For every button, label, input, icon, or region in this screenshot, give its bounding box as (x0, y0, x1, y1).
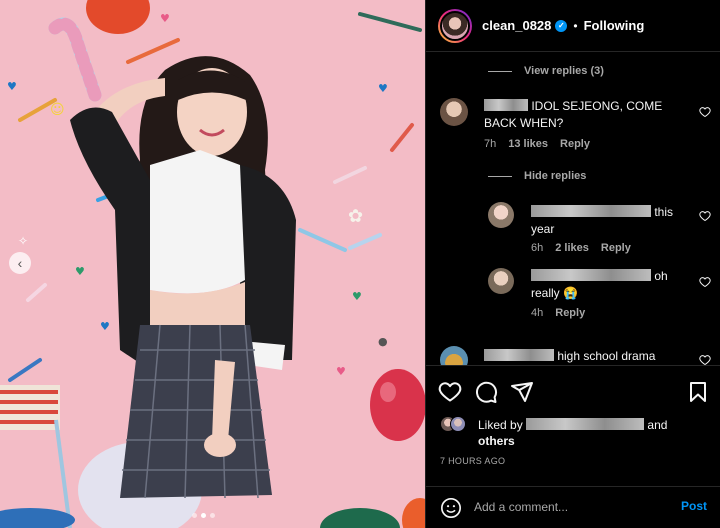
svg-text:♥: ♥ (352, 290, 362, 303)
share-send-icon[interactable] (510, 380, 534, 404)
svg-text:✿: ✿ (348, 206, 363, 227)
post-header: clean_0828 ✓ • Following (426, 0, 720, 52)
carousel-previous-button[interactable]: ‹ (9, 252, 31, 274)
replier-avatar[interactable] (488, 202, 514, 228)
svg-text:♥: ♥ (336, 365, 346, 378)
comment-text: high school drama (484, 348, 694, 365)
post-timestamp[interactable]: 7 HOURS AGO (440, 456, 505, 466)
comment-composer: Post (426, 486, 720, 528)
reply-time: 6h (531, 242, 544, 254)
svg-text:♥: ♥ (75, 265, 85, 278)
redacted-username (484, 99, 528, 111)
comments-list[interactable]: View replies (3) IDOL SEJEONG, COME BACK… (426, 52, 720, 365)
carousel-dot (210, 513, 215, 518)
photo-illustration: ♥ ♥ ♥ ♥ ♥ ♥ ♥ ● ✿ ☺ ✧ (0, 0, 425, 528)
svg-text:✧: ✧ (18, 234, 28, 248)
reply-body-line2: really 😭 (531, 286, 578, 300)
redacted-username[interactable] (526, 418, 645, 430)
post-side-panel: clean_0828 ✓ • Following View replies (3… (425, 0, 720, 528)
commenter-avatar[interactable] (440, 346, 468, 365)
reply-button[interactable]: Reply (601, 242, 631, 254)
liked-by-suffix: and (647, 418, 668, 432)
comment-meta: 7h 13 likes Reply (484, 138, 590, 150)
redacted-username (531, 269, 651, 281)
post-photo[interactable]: ♥ ♥ ♥ ♥ ♥ ♥ ♥ ● ✿ ☺ ✧ ‹ (0, 0, 425, 528)
like-heart-icon[interactable] (438, 380, 462, 404)
add-comment-input[interactable] (474, 495, 664, 519)
liker-avatar (450, 416, 466, 432)
author-username[interactable]: clean_0828 (482, 18, 551, 33)
svg-text:♥: ♥ (100, 320, 110, 333)
chevron-left-icon: ‹ (17, 255, 23, 271)
comment-likes[interactable]: 13 likes (508, 138, 548, 150)
svg-text:♥: ♥ (7, 80, 17, 93)
liked-by-avatars[interactable] (440, 416, 466, 432)
svg-text:●: ● (378, 335, 388, 348)
commenter-avatar[interactable] (440, 98, 468, 126)
replier-avatar[interactable] (488, 268, 514, 294)
reply-meta: 6h 2 likes Reply (531, 242, 631, 254)
post-comment-button[interactable]: Post (681, 499, 707, 513)
view-replies-label: View replies (3) (524, 65, 604, 77)
reply-button[interactable]: Reply (560, 138, 590, 150)
reply-text: this year (531, 204, 691, 238)
redacted-username (484, 349, 554, 361)
svg-text:☺: ☺ (50, 102, 65, 118)
like-comment-heart-icon[interactable] (699, 354, 711, 365)
comment-body: high school drama (557, 349, 656, 363)
like-reply-heart-icon[interactable] (699, 210, 711, 222)
hide-replies-button[interactable]: Hide replies (488, 170, 586, 182)
liked-by-others-link[interactable]: others (478, 434, 515, 448)
author-avatar[interactable] (438, 8, 472, 43)
verified-badge-icon: ✓ (555, 19, 568, 32)
liked-by-text: Liked by and others (478, 417, 713, 449)
following-button[interactable]: Following (584, 18, 645, 33)
header-separator: • (573, 18, 578, 33)
emoji-smiley-icon[interactable] (440, 497, 462, 519)
svg-text:♥: ♥ (378, 82, 388, 95)
reply-button[interactable]: Reply (555, 307, 585, 319)
svg-text:♥: ♥ (160, 12, 170, 25)
reply-body-tail: this (654, 205, 674, 219)
view-replies-button[interactable]: View replies (3) (488, 65, 604, 77)
comment-text: IDOL SEJEONG, COME BACK WHEN? (484, 98, 684, 132)
carousel-dot (192, 513, 197, 518)
like-comment-heart-icon[interactable] (699, 106, 711, 118)
instagram-post-view: ♥ ♥ ♥ ♥ ♥ ♥ ♥ ● ✿ ☺ ✧ ‹ clean_0828 ✓ • F… (0, 0, 720, 528)
comment-time: 7h (484, 138, 497, 150)
reply-body-line2: year (531, 222, 555, 236)
reply-meta: 4h Reply (531, 307, 585, 319)
carousel-dot-active (201, 513, 206, 518)
carousel-indicator (192, 513, 215, 518)
liked-by-prefix: Liked by (478, 418, 523, 432)
reply-likes[interactable]: 2 likes (555, 242, 589, 254)
post-action-bar (426, 365, 720, 417)
comment-bubble-icon[interactable] (474, 380, 498, 404)
bookmark-save-icon[interactable] (686, 380, 710, 404)
redacted-username (531, 205, 651, 217)
reply-time: 4h (531, 307, 544, 319)
like-reply-heart-icon[interactable] (699, 276, 711, 288)
reply-body-tail: oh (654, 269, 668, 283)
reply-text: oh really 😭 (531, 268, 691, 302)
hide-replies-label: Hide replies (524, 170, 587, 182)
